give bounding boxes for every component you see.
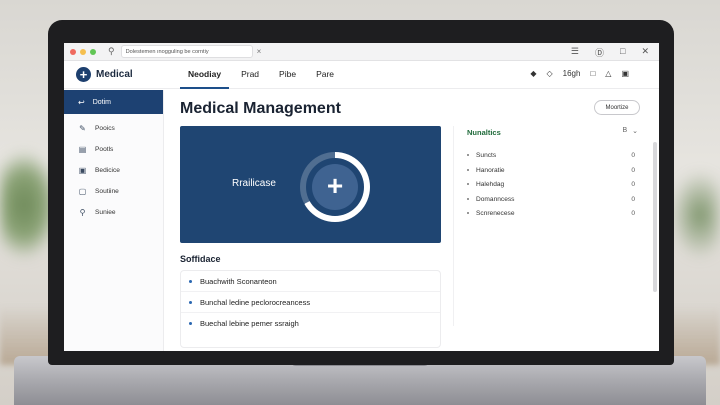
grid-icon[interactable]: ▣ <box>621 69 629 78</box>
list-card: Buachwith Sconanteon Bunchal ledine pecl… <box>180 270 441 348</box>
nav-tabs: Neodiay Prad Pibe Pare <box>180 61 346 89</box>
list-item[interactable]: Buachwith Sconanteon <box>181 271 440 292</box>
search-icon[interactable]: ⚲ <box>108 46 115 57</box>
background-plant-right <box>670 170 720 260</box>
nav-right-tools: ◆ ◇ 16gh □ △ ▣ <box>530 69 629 78</box>
main-content: Medical Management Moortize Rrailicase +… <box>165 90 659 351</box>
chat-icon: ▢ <box>78 187 87 196</box>
analytics-item[interactable]: Halehdag 0 <box>467 177 635 191</box>
hero-label: Rrailicase <box>232 178 276 189</box>
section-title: Soffidace <box>180 254 221 264</box>
sidebar: ↩ Dotim ✎ Pooics ▤ Pootls ▣ Bedicice ▢ S… <box>64 90 164 351</box>
analytics-item-label: Scnrenecese <box>476 209 515 217</box>
sidebar-item-pooics[interactable]: ✎ Pooics <box>64 118 163 139</box>
sidebar-item-label: Pootls <box>95 146 114 153</box>
analytics-item[interactable]: Hanoratie 0 <box>467 163 635 177</box>
sidebar-item-pootls[interactable]: ▤ Pootls <box>64 139 163 160</box>
tab-close-icon[interactable]: × <box>257 47 262 56</box>
location-icon: ⚲ <box>79 208 86 217</box>
plus-logo-icon: + <box>76 67 91 82</box>
tab-prad[interactable]: Prad <box>233 61 267 89</box>
window-controls: ☰ Ⓓ □ ✕ <box>571 46 649 59</box>
link-icon: ↩ <box>78 97 85 107</box>
list-item[interactable]: Bunchal ledine peclorocreancess <box>181 292 440 313</box>
analytics-panel: Nunaltics B ⌄ Suncts 0 Hanoratie 0 Haleh… <box>453 126 638 326</box>
bullet-icon <box>467 154 469 156</box>
bullet-icon <box>467 183 469 185</box>
bullet-icon <box>467 212 469 214</box>
analytics-item-value: 0 <box>631 151 635 159</box>
analytics-item-value: 0 <box>631 209 635 217</box>
analytics-title: Nunaltics <box>467 128 501 137</box>
progress-ring: + <box>300 152 370 222</box>
sidebar-item-suniee[interactable]: ⚲ Suniee <box>64 202 163 223</box>
sidebar-item-label: Pooics <box>95 125 115 132</box>
sidebar-list: ✎ Pooics ▤ Pootls ▣ Bedicice ▢ Soutiine … <box>64 114 163 223</box>
gem-icon[interactable]: ◇ <box>546 69 552 78</box>
tab-neodiay[interactable]: Neodiay <box>180 61 230 89</box>
bullet-icon <box>189 279 192 283</box>
document-icon: ▤ <box>78 145 87 154</box>
book-icon: ▣ <box>78 166 87 175</box>
analytics-item-value: 0 <box>631 166 635 174</box>
analytics-item[interactable]: Domanncess 0 <box>467 192 635 206</box>
list-item-label: Bunchal ledine peclorocreancess <box>200 297 311 307</box>
sidebar-item-label: Bedicice <box>95 167 120 174</box>
monitorize-button[interactable]: Moortize <box>594 100 640 115</box>
chevron-down-icon[interactable]: ⌄ <box>632 127 638 135</box>
page-title: Medical Management <box>180 100 341 117</box>
analytics-item[interactable]: Suncts 0 <box>467 148 635 162</box>
panel-controls: B ⌄ <box>622 127 638 135</box>
hero-card[interactable]: Rrailicase + <box>180 126 441 243</box>
menu-icon[interactable]: ☰ <box>571 46 579 59</box>
brand-name: Medical <box>96 69 133 80</box>
window-maximize-dot[interactable] <box>90 48 96 55</box>
sidebar-item-label: Soutiine <box>95 188 119 195</box>
brand[interactable]: + Medical <box>64 67 164 82</box>
sidebar-item-dotim[interactable]: ↩ Dotim <box>64 90 163 114</box>
list-item[interactable]: Buechal lebine pemer ssraigh <box>181 313 440 334</box>
analytics-item-value: 0 <box>631 180 635 188</box>
laptop-screen: ⚲ Dolestemen ınogguling be corntiy × ☰ Ⓓ… <box>64 43 659 351</box>
bookmark-icon[interactable]: B <box>622 127 627 135</box>
close-icon[interactable]: ✕ <box>641 46 649 59</box>
analytics-item-value: 0 <box>631 195 635 203</box>
sidebar-item-soutiine[interactable]: ▢ Soutiine <box>64 181 163 202</box>
bullet-icon <box>467 198 469 200</box>
bullet-icon <box>189 300 192 304</box>
browser-tab-title: Dolestemen ınogguling be corntiy <box>125 48 209 55</box>
analytics-item-label: Hanoratie <box>476 166 505 174</box>
diamond-icon[interactable]: ◆ <box>530 69 536 78</box>
analytics-item[interactable]: Scnrenecese 0 <box>467 206 635 220</box>
bullet-icon <box>467 169 469 171</box>
sidebar-item-label: Dotim <box>92 98 111 106</box>
nav-right-label[interactable]: 16gh <box>563 69 581 78</box>
tab-pibe[interactable]: Pibe <box>271 61 304 89</box>
window-minimize-dot[interactable] <box>80 48 86 55</box>
browser-titlebar: ⚲ Dolestemen ınogguling be corntiy × ☰ Ⓓ… <box>64 43 659 61</box>
sidebar-item-label: Suniee <box>95 209 116 216</box>
pen-icon: ✎ <box>79 124 86 133</box>
list-item-label: Buachwith Sconanteon <box>200 276 277 286</box>
analytics-item-label: Halehdag <box>476 180 505 188</box>
browser-tab[interactable]: Dolestemen ınogguling be corntiy <box>120 45 253 58</box>
tab-pare[interactable]: Pare <box>308 61 342 89</box>
sidebar-item-bedicice[interactable]: ▣ Bedicice <box>64 160 163 181</box>
top-navigation: + Medical Neodiay Prad Pibe Pare ◆ ◇ 16g… <box>64 61 659 89</box>
bullet-icon <box>189 322 192 325</box>
analytics-item-label: Suncts <box>476 151 497 159</box>
clipboard-icon[interactable]: □ <box>590 69 595 78</box>
info-icon[interactable]: Ⓓ <box>595 46 604 59</box>
window-close-dot[interactable] <box>70 48 76 55</box>
plus-icon[interactable]: + <box>312 164 358 210</box>
vertical-scrollbar[interactable] <box>653 142 657 292</box>
share-icon[interactable]: □ <box>620 46 625 59</box>
analytics-item-label: Domanncess <box>476 195 515 203</box>
drop-icon[interactable]: △ <box>605 69 611 78</box>
list-item-label: Buechal lebine pemer ssraigh <box>200 319 299 328</box>
